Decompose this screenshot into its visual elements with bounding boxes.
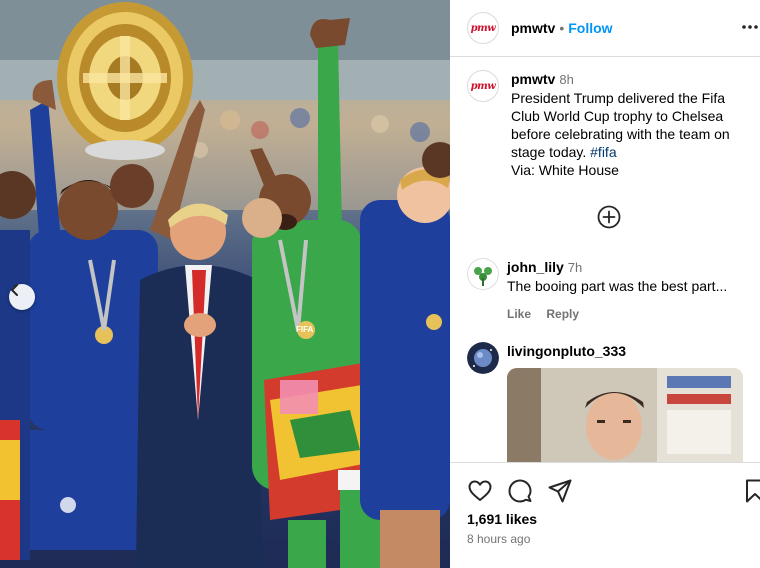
comment-item: john_lily 7h The booing part was the best… xyxy=(467,258,757,323)
player-right xyxy=(360,167,450,568)
caption-via: Via: White House xyxy=(511,162,619,178)
avatar-logo-text: pmw xyxy=(470,80,496,92)
save-bookmark-icon[interactable] xyxy=(744,478,760,504)
caption-time: 8h xyxy=(559,72,574,87)
post-photo: 24 xyxy=(0,0,450,568)
celebration-illustration: 24 xyxy=(0,0,450,568)
load-more-comments-icon[interactable] xyxy=(597,205,621,229)
hashtag-link[interactable]: #fifa xyxy=(590,144,616,160)
carousel-prev-button[interactable] xyxy=(9,284,35,310)
author-avatar[interactable]: pmw xyxy=(467,12,499,44)
chevron-left-icon xyxy=(11,284,18,296)
caption-username[interactable]: pmwtv xyxy=(511,71,555,87)
shamrock-avatar-icon xyxy=(467,258,499,290)
separator-dot: • xyxy=(559,20,565,36)
post-header: pmw pmwtv • Follow xyxy=(450,0,760,57)
post-side-panel: pmw pmwtv • Follow pmw pmwtv 8h President… xyxy=(450,0,760,568)
comment-like-button[interactable]: Like xyxy=(507,307,531,321)
commenter-avatar[interactable] xyxy=(467,258,499,290)
like-heart-icon[interactable] xyxy=(467,478,493,504)
post-actions-bar: 1,691 likes 8 hours ago xyxy=(450,462,760,568)
commenter-username[interactable]: john_lily xyxy=(507,259,564,275)
kit-label: FIFA xyxy=(296,325,314,334)
comment-time: 7h xyxy=(567,260,583,275)
comment-body: john_lily 7h The booing part was the best… xyxy=(507,258,747,323)
comment-reaction-image[interactable] xyxy=(507,368,743,462)
avatar-logo-text: pmw xyxy=(470,22,496,34)
commenter-avatar[interactable] xyxy=(467,342,499,374)
caption-author-avatar[interactable]: pmw xyxy=(467,70,499,102)
comment-text: The booing part was the best part... xyxy=(507,278,728,294)
post-caption: pmw pmwtv 8h President Trump delivered th… xyxy=(467,70,757,179)
reaction-photo xyxy=(507,368,743,462)
comment-reply-button[interactable]: Reply xyxy=(546,307,579,321)
commenter-username[interactable]: livingonpluto_333 xyxy=(507,343,626,359)
post-timestamp: 8 hours ago xyxy=(467,532,531,546)
comment-bubble-icon[interactable] xyxy=(507,478,533,504)
planet-avatar-icon xyxy=(467,342,499,374)
like-count[interactable]: 1,691 likes xyxy=(467,511,537,527)
follow-button[interactable]: Follow xyxy=(568,20,612,36)
share-send-icon[interactable] xyxy=(547,478,573,504)
comment-actions: Like Reply xyxy=(507,305,747,323)
more-options-icon[interactable] xyxy=(740,17,760,37)
author-username[interactable]: pmwtv xyxy=(511,20,555,36)
caption-text: President Trump delivered the Fifa Club … xyxy=(511,90,730,160)
caption-body: pmwtv 8h President Trump delivered the Fi… xyxy=(511,70,757,179)
